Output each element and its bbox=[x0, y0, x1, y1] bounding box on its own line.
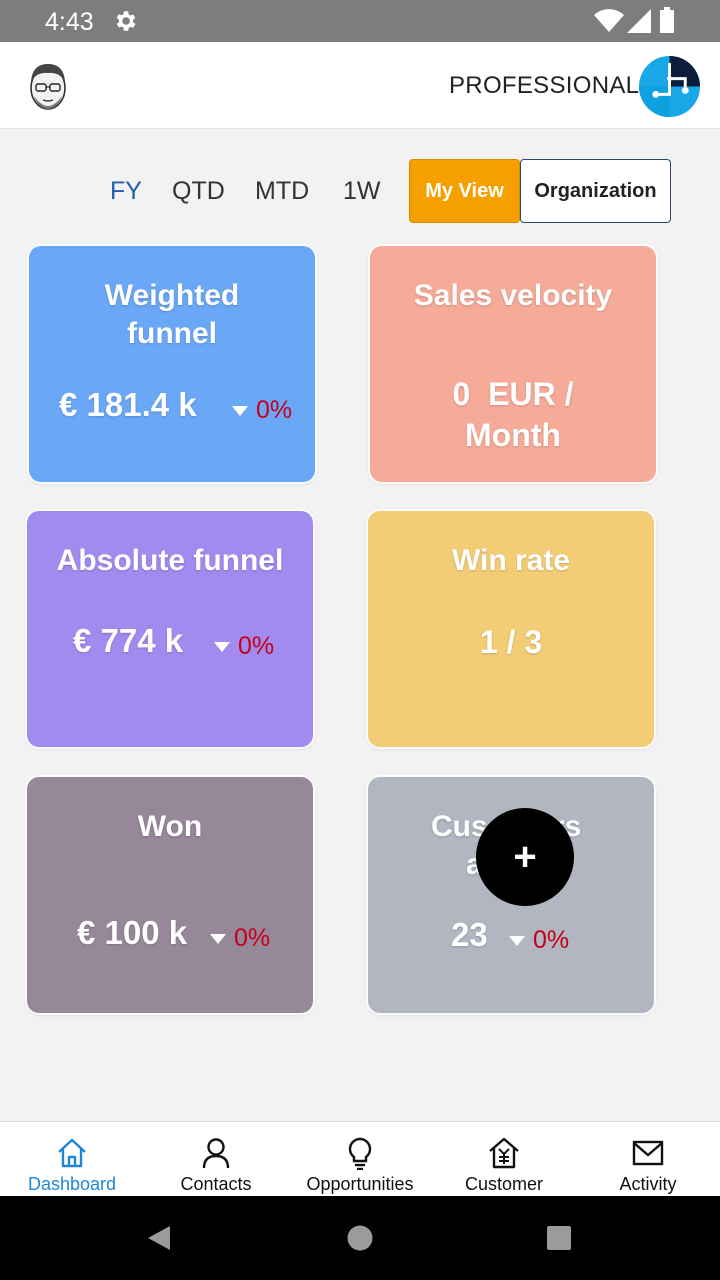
lightbulb-icon bbox=[348, 1137, 372, 1170]
card-delta: 0% bbox=[509, 926, 569, 955]
nav-label: Dashboard bbox=[27, 1174, 117, 1194]
app-logo bbox=[638, 55, 701, 118]
back-icon[interactable] bbox=[146, 1224, 172, 1252]
caret-down-icon bbox=[232, 405, 248, 416]
gear-icon bbox=[116, 11, 136, 31]
caret-down-icon bbox=[214, 641, 230, 652]
nav-label: Opportunities bbox=[306, 1174, 414, 1194]
period-qtd[interactable]: QTD bbox=[172, 177, 225, 206]
card-weighted-funnel[interactable]: Weighted funnel € 181.4 k 0% bbox=[29, 246, 315, 482]
card-value-line2: Month bbox=[465, 417, 561, 453]
home-circle-icon[interactable] bbox=[347, 1225, 373, 1251]
card-title-line1: Weighted bbox=[104, 279, 240, 312]
card-win-rate[interactable]: Win rate 1 / 3 bbox=[368, 511, 654, 747]
battery-icon bbox=[660, 7, 674, 33]
card-value: € 774 k bbox=[73, 622, 184, 659]
period-1w[interactable]: 1W bbox=[343, 177, 381, 206]
card-absolute-funnel[interactable]: Absolute funnel € 774 k 0% bbox=[27, 511, 313, 747]
customer-icon bbox=[489, 1137, 519, 1169]
card-delta-value: 0% bbox=[533, 926, 570, 954]
status-bar: 4:43 bbox=[0, 0, 720, 42]
card-delta-value: 0% bbox=[256, 396, 293, 424]
caret-down-icon bbox=[509, 935, 525, 946]
card-value: € 181.4 k bbox=[59, 386, 197, 423]
system-navigation-bar bbox=[0, 1196, 720, 1280]
bottom-navigation: Dashboard Contacts Opportunities Custome… bbox=[0, 1121, 720, 1196]
plan-label: PROFESSIONAL bbox=[449, 72, 640, 99]
nav-label: Contacts bbox=[180, 1174, 252, 1194]
person-icon bbox=[202, 1138, 230, 1169]
nav-customer[interactable]: Customer bbox=[432, 1122, 576, 1197]
add-fab-button[interactable]: + bbox=[476, 808, 574, 906]
card-title: Won bbox=[137, 810, 203, 843]
card-value: 1 / 3 bbox=[479, 624, 543, 660]
card-title: Win rate bbox=[451, 544, 571, 577]
card-value: 0 EUR / Month bbox=[370, 374, 656, 456]
signal-icon bbox=[627, 9, 651, 33]
home-icon bbox=[58, 1138, 86, 1168]
mail-icon bbox=[632, 1140, 664, 1166]
card-delta: 0% bbox=[232, 396, 292, 425]
avatar[interactable] bbox=[18, 54, 78, 118]
card-title-line2: funnel bbox=[127, 317, 217, 350]
card-title: Absolute funnel bbox=[56, 544, 284, 577]
card-title: Weighted funnel bbox=[29, 277, 315, 353]
card-value: 23 bbox=[451, 916, 488, 953]
card-value-line1: 0 EUR / bbox=[452, 376, 574, 412]
nav-activity[interactable]: Activity bbox=[576, 1122, 720, 1197]
nav-dashboard[interactable]: Dashboard bbox=[0, 1122, 144, 1197]
app-header: PROFESSIONAL bbox=[0, 42, 720, 129]
card-value: € 100 k bbox=[77, 914, 188, 951]
plus-icon: + bbox=[513, 834, 537, 879]
nav-opportunities[interactable]: Opportunities bbox=[288, 1122, 432, 1197]
recents-icon[interactable] bbox=[546, 1225, 572, 1251]
card-delta-value: 0% bbox=[234, 924, 271, 952]
card-title: Sales velocity bbox=[413, 279, 613, 312]
caret-down-icon bbox=[210, 933, 226, 944]
card-delta: 0% bbox=[210, 924, 270, 953]
organization-button[interactable]: Organization bbox=[520, 159, 671, 223]
period-fy[interactable]: FY bbox=[110, 177, 142, 206]
card-won[interactable]: Won € 100 k 0% bbox=[27, 777, 313, 1013]
wifi-icon bbox=[594, 9, 624, 32]
nav-label: Customer bbox=[464, 1174, 544, 1194]
card-delta-value: 0% bbox=[238, 632, 275, 660]
status-time: 4:43 bbox=[45, 8, 94, 36]
card-delta: 0% bbox=[214, 632, 274, 661]
nav-contacts[interactable]: Contacts bbox=[144, 1122, 288, 1197]
card-sales-velocity[interactable]: Sales velocity 0 EUR / Month bbox=[370, 246, 656, 482]
my-view-button[interactable]: My View bbox=[409, 159, 520, 223]
nav-label: Activity bbox=[619, 1174, 677, 1194]
period-mtd[interactable]: MTD bbox=[255, 177, 309, 206]
